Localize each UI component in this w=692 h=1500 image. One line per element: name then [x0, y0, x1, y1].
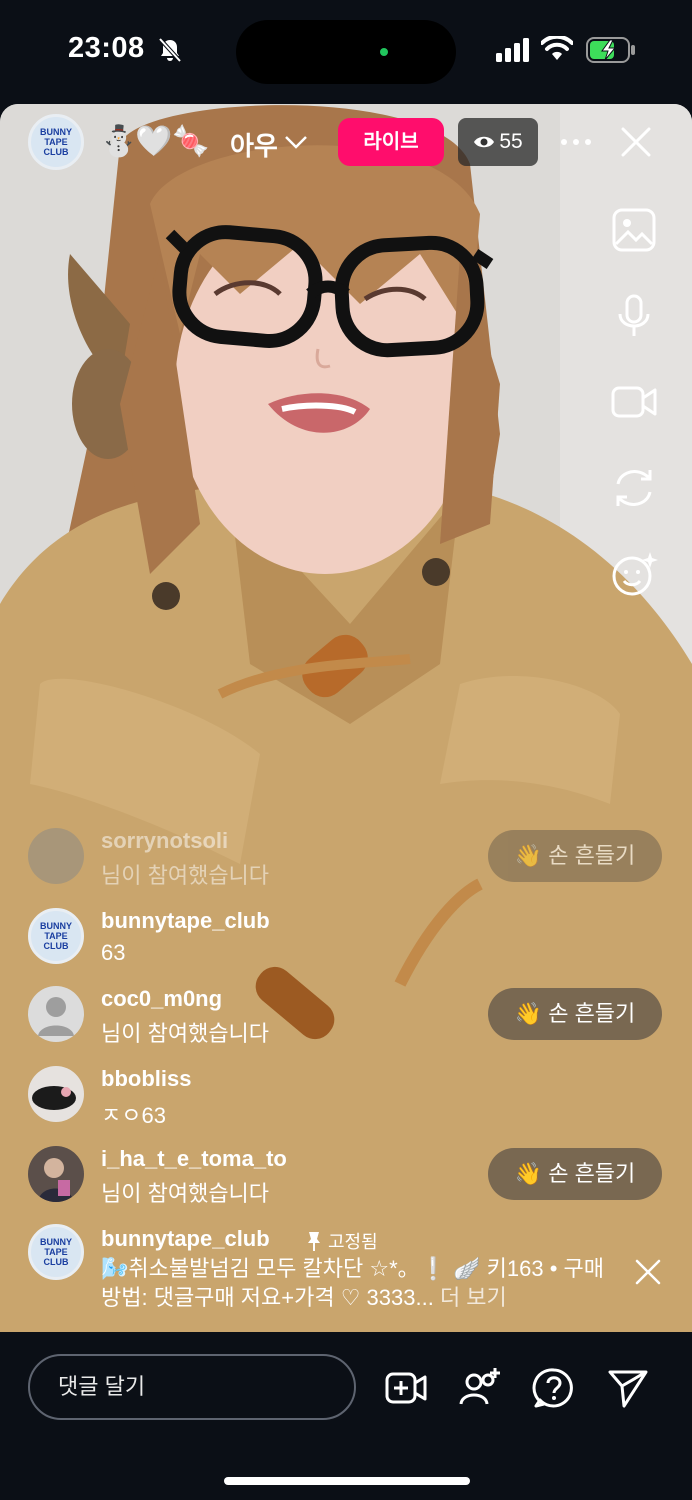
comment-text: 님이 참여했습니다: [101, 1181, 270, 1206]
host-avatar[interactable]: BUNNY TAPE CLUB: [28, 114, 84, 170]
avatar-logo: BUNNY TAPE CLUB: [31, 1227, 81, 1277]
image-icon[interactable]: [610, 206, 658, 254]
home-indicator[interactable]: [224, 1477, 470, 1485]
chevron-down-icon[interactable]: [284, 134, 308, 150]
wave-label: 손 흔들기: [548, 843, 636, 868]
wave-label: 손 흔들기: [548, 1161, 636, 1186]
wave-button[interactable]: 👋 손 흔들기: [488, 1148, 662, 1200]
wave-button[interactable]: 👋 손 흔들기: [488, 988, 662, 1040]
face-effects-icon[interactable]: [610, 550, 658, 598]
avatar-logo: BUNNY TAPE CLUB: [31, 117, 81, 167]
avatar-photo: [32, 1086, 76, 1110]
pinned-comment-text: 🌬️취소불발넘김 모두 칼차단 ☆*。❕ 🪽 키163 • 구매방법: 댓글구매…: [101, 1254, 621, 1312]
microphone-icon[interactable]: [610, 292, 658, 340]
question-icon[interactable]: [532, 1366, 576, 1410]
comment-username[interactable]: bbobliss: [101, 1066, 191, 1092]
video-camera-icon[interactable]: [610, 378, 658, 426]
pinned-indicator: 고정됨: [306, 1228, 378, 1254]
viewer-count[interactable]: 55: [458, 118, 538, 166]
comment-username[interactable]: bunnytape_club: [101, 908, 270, 934]
wave-button[interactable]: 👋 손 흔들기: [488, 830, 662, 882]
comment-text: ㅈㅇ63: [101, 1103, 166, 1128]
logo-line: BUNNY: [39, 921, 72, 931]
pinned-label: 고정됨: [328, 1232, 378, 1252]
avatar[interactable]: [28, 1066, 84, 1122]
avatar-logo: BUNNY TAPE CLUB: [31, 911, 81, 961]
more-options-icon[interactable]: [560, 128, 592, 156]
avatar[interactable]: [28, 1146, 84, 1202]
comment-row: BUNNY TAPE CLUB bunnytape_club 63: [0, 908, 692, 968]
camera-indicator-icon: [380, 48, 388, 56]
pin-icon: [308, 1232, 320, 1251]
avatar[interactable]: BUNNY TAPE CLUB: [28, 908, 84, 964]
status-time: 23:08: [68, 32, 145, 64]
avatar-photo: [38, 1158, 74, 1202]
comment-username[interactable]: sorrynotsoli: [101, 828, 228, 854]
logo-line: CLUB: [43, 1257, 69, 1267]
comment-text: 님이 참여했습니다: [101, 863, 270, 888]
cellular-signal-icon: [496, 38, 529, 62]
dynamic-island: [236, 20, 456, 84]
bell-muted-icon: [158, 37, 182, 63]
candy-emoji: 🍬: [172, 125, 210, 158]
logo-line: BUNNY: [39, 1237, 72, 1247]
comment-username[interactable]: coc0_m0ng: [101, 986, 222, 1012]
see-more-link[interactable]: 더 보기: [440, 1285, 507, 1310]
invite-users-icon[interactable]: [458, 1366, 502, 1410]
logo-line: TAPE: [44, 137, 68, 147]
person-icon: [38, 997, 74, 1036]
logo-line: TAPE: [44, 1247, 68, 1257]
pinned-avatar[interactable]: BUNNY TAPE CLUB: [28, 1224, 84, 1280]
snowman-emoji: ⛄: [100, 125, 138, 158]
comment-text: 님이 참여했습니다: [101, 1021, 270, 1046]
send-icon[interactable]: [606, 1366, 650, 1410]
wave-label: 손 흔들기: [548, 1001, 636, 1026]
host-name[interactable]: 아우: [230, 126, 278, 163]
comment-row: bbobliss ㅈㅇ63: [0, 1066, 692, 1128]
logo-line: CLUB: [43, 941, 69, 951]
status-bar: 23:08: [0, 0, 692, 104]
heart-emoji: 🤍: [135, 125, 173, 158]
battery-charging-icon: [586, 37, 635, 63]
live-badge: 라이브: [338, 118, 444, 166]
pinned-username[interactable]: bunnytape_club: [101, 1226, 270, 1252]
logo-line: CLUB: [43, 147, 69, 157]
avatar[interactable]: [28, 828, 84, 884]
viewer-count-value: 55: [499, 130, 523, 153]
eye-icon: [474, 137, 495, 148]
logo-line: BUNNY: [39, 127, 72, 137]
logo-line: TAPE: [44, 931, 68, 941]
add-guest-video-icon[interactable]: [384, 1366, 428, 1410]
comment-input[interactable]: [28, 1354, 356, 1420]
pinned-text: 🌬️취소불발넘김 모두 칼차단 ☆*。❕ 🪽 키163 • 구매방법: 댓글구매…: [101, 1256, 605, 1310]
comment-username[interactable]: i_ha_t_e_toma_to: [101, 1146, 287, 1172]
close-icon[interactable]: [634, 1258, 662, 1286]
comment-text: 63: [101, 940, 126, 965]
default-avatar[interactable]: [28, 986, 84, 1042]
close-icon[interactable]: [620, 126, 652, 158]
switch-camera-icon[interactable]: [610, 464, 658, 512]
wifi-icon: [541, 36, 573, 60]
